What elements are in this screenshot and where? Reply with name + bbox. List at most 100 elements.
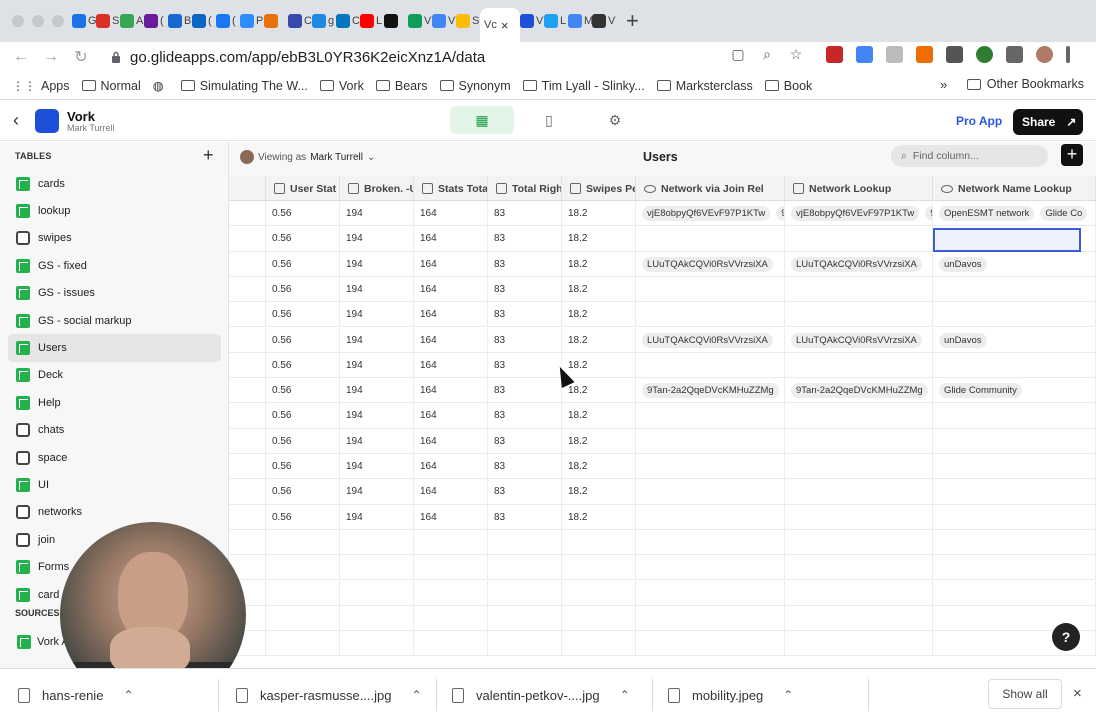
table-cell[interactable]: unDavos — [933, 251, 1096, 277]
show-all-button[interactable]: Show all — [988, 679, 1062, 709]
back-arrow-icon[interactable]: ← — [6, 48, 36, 66]
bookmark-item[interactable]: ◍ — [153, 78, 169, 93]
column-header[interactable]: Stats Total — [414, 176, 488, 201]
table-cell[interactable]: 0.56 — [266, 479, 340, 505]
table-cell[interactable] — [933, 479, 1096, 505]
browser-tab[interactable]: C — [336, 6, 360, 36]
table-cell[interactable]: 164 — [414, 251, 488, 277]
browser-tab[interactable] — [264, 6, 288, 36]
table-cell[interactable]: unDavos — [933, 327, 1096, 353]
column-header[interactable]: Total Right — [488, 176, 562, 201]
download-item[interactable]: hans-renie ⌃ — [18, 669, 134, 720]
table-cell[interactable] — [636, 276, 785, 302]
browser-tab[interactable]: V — [520, 6, 544, 36]
table-cell[interactable]: 164 — [414, 378, 488, 404]
table-cell[interactable]: 0.56 — [266, 201, 340, 226]
row-number-cell[interactable] — [229, 276, 266, 302]
table-cell[interactable]: 194 — [340, 226, 414, 252]
table-cell[interactable]: 83 — [488, 403, 562, 429]
table-cell[interactable] — [933, 302, 1096, 328]
back-chevron-icon[interactable]: ‹ — [13, 110, 19, 131]
extension-orange-icon[interactable] — [916, 46, 933, 63]
extension-red-icon[interactable] — [826, 46, 843, 63]
table-cell[interactable]: 0.56 — [266, 504, 340, 530]
table-cell[interactable]: 18.2 — [562, 276, 636, 302]
table-cell[interactable]: 9Tan-2a2QqeDVcKMHuZZMg — [636, 378, 785, 404]
table-cell[interactable]: 194 — [340, 327, 414, 353]
table-cell[interactable]: 18.2 — [562, 226, 636, 252]
table-cell[interactable]: Glide Community — [933, 378, 1096, 404]
table-cell[interactable] — [933, 504, 1096, 530]
table-cell[interactable] — [636, 428, 785, 454]
table-cell[interactable]: 83 — [488, 352, 562, 378]
table-cell[interactable] — [933, 352, 1096, 378]
table-cell[interactable]: 164 — [414, 403, 488, 429]
table-cell[interactable]: 164 — [414, 276, 488, 302]
bookmark-item[interactable]: Marksterclass — [656, 79, 753, 93]
download-item[interactable]: kasper-rasmusse....jpg ⌃ — [236, 669, 422, 720]
browser-tab[interactable]: P — [240, 6, 264, 36]
row-number-cell[interactable] — [229, 378, 266, 404]
row-number-cell[interactable] — [229, 201, 266, 226]
browser-tab[interactable]: C — [288, 6, 312, 36]
pro-app-link[interactable]: Pro App — [956, 114, 1002, 128]
selected-cell[interactable] — [933, 228, 1081, 252]
chevron-up-icon[interactable]: ⌃ — [620, 688, 630, 702]
browser-tab[interactable]: ( — [144, 6, 168, 36]
table-cell[interactable]: 164 — [414, 352, 488, 378]
table-cell[interactable]: 18.2 — [562, 327, 636, 353]
table-cell[interactable]: 164 — [414, 302, 488, 328]
table-cell[interactable]: LUuTQAkCQVi0RsVVrzsiXA — [785, 251, 933, 277]
table-cell[interactable]: 164 — [414, 454, 488, 479]
row-number-cell[interactable] — [229, 454, 266, 479]
bookmark-item[interactable]: Bears — [375, 79, 428, 93]
table-cell[interactable] — [785, 403, 933, 429]
table-cell[interactable]: 0.56 — [266, 302, 340, 328]
table-cell[interactable]: 0.56 — [266, 327, 340, 353]
table-cell[interactable]: 194 — [340, 504, 414, 530]
table-cell[interactable]: 83 — [488, 251, 562, 277]
table-cell[interactable]: LUuTQAkCQVi0RsVVrzsiXA — [636, 327, 785, 353]
close-downloads-icon[interactable]: × — [1073, 685, 1082, 702]
clipboard-icon[interactable]: ▢ — [730, 46, 746, 63]
close-tab-icon[interactable]: × — [501, 18, 509, 33]
row-number-cell[interactable] — [229, 479, 266, 505]
download-item[interactable]: valentin-petkov-....jpg ⌃ — [452, 669, 630, 720]
browser-tab[interactable] — [384, 6, 408, 36]
table-cell[interactable] — [785, 226, 933, 252]
sidebar-item-gs-social-markup[interactable]: GS - social markup — [8, 307, 221, 334]
sidebar-item-users[interactable]: Users — [8, 334, 221, 362]
browser-tab[interactable]: V — [408, 6, 432, 36]
table-cell[interactable] — [785, 454, 933, 479]
bookmark-item[interactable]: Simulating The W... — [180, 79, 308, 93]
table-cell[interactable]: 83 — [488, 428, 562, 454]
browser-tab[interactable]: ( — [192, 6, 216, 36]
browser-tab[interactable]: S — [456, 6, 480, 36]
table-cell[interactable]: 194 — [340, 276, 414, 302]
table-cell[interactable] — [785, 352, 933, 378]
table-cell[interactable]: 18.2 — [562, 352, 636, 378]
star-icon[interactable]: ☆ — [788, 46, 804, 63]
table-cell[interactable]: 83 — [488, 201, 562, 226]
row-number-cell[interactable] — [229, 327, 266, 353]
sidebar-item-ui[interactable]: UI — [8, 471, 221, 498]
table-cell[interactable]: 164 — [414, 428, 488, 454]
browser-tab[interactable]: g — [312, 6, 336, 36]
table-cell[interactable]: 194 — [340, 428, 414, 454]
table-cell[interactable]: 83 — [488, 226, 562, 252]
extension-translate-icon[interactable] — [856, 46, 873, 63]
table-cell[interactable] — [933, 454, 1096, 479]
table-cell[interactable]: 18.2 — [562, 201, 636, 226]
table-cell[interactable]: LUuTQAkCQVi0RsVVrzsiXA — [785, 327, 933, 353]
table-cell[interactable]: 194 — [340, 352, 414, 378]
table-cell[interactable]: 194 — [340, 454, 414, 479]
table-cell[interactable]: 0.56 — [266, 226, 340, 252]
browser-tab[interactable]: L — [544, 6, 568, 36]
new-tab-button[interactable]: + — [626, 10, 639, 32]
table-cell[interactable]: 194 — [340, 201, 414, 226]
column-header[interactable]: Swipes Pe — [562, 176, 636, 201]
bookmark-item[interactable]: Book — [764, 79, 812, 93]
table-cell[interactable] — [933, 276, 1096, 302]
table-cell[interactable] — [785, 504, 933, 530]
settings-mode-tab[interactable]: ⚙ — [600, 106, 630, 134]
